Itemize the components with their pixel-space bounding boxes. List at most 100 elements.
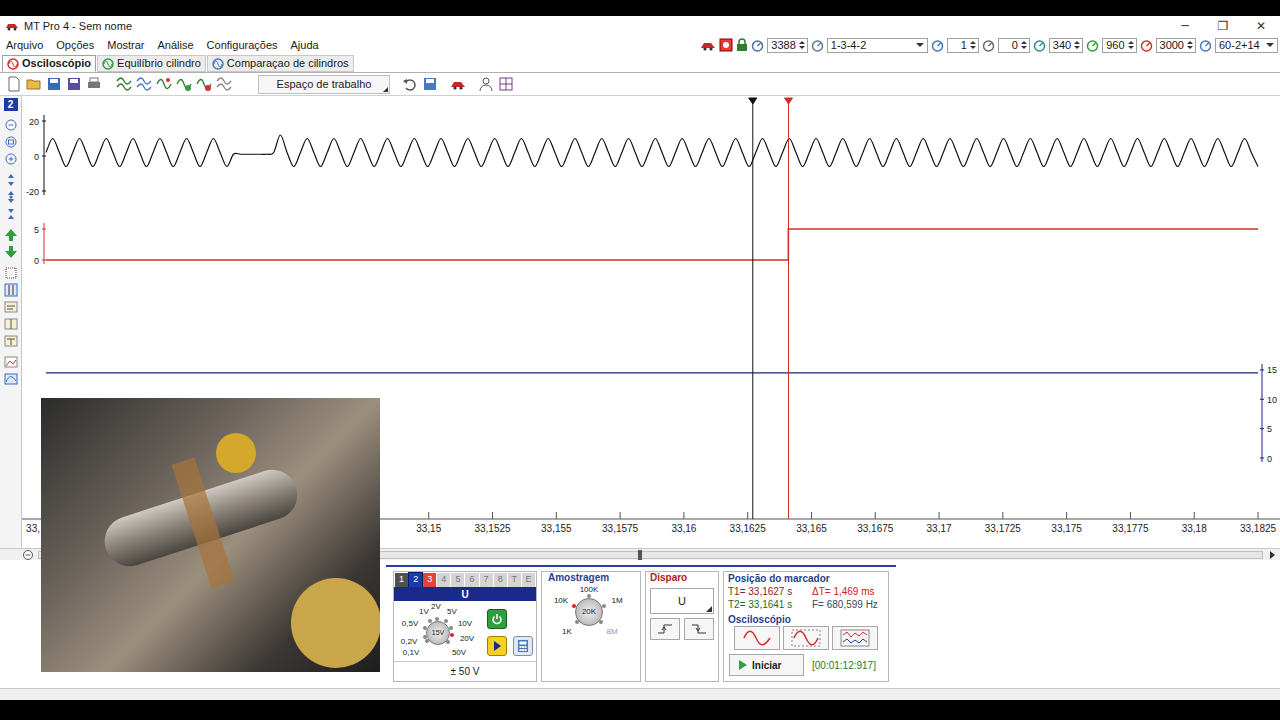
save-workspace-icon[interactable]	[422, 76, 438, 92]
grid-icon[interactable]	[498, 76, 514, 92]
waves-icon[interactable]	[116, 76, 132, 92]
range-label[interactable]: 0,1V	[403, 648, 419, 657]
spin-box[interactable]: 340	[1049, 38, 1083, 53]
record-icon[interactable]	[719, 38, 733, 52]
waves-icon[interactable]	[156, 76, 172, 92]
range-label[interactable]: 2V	[431, 602, 441, 611]
scroll-thumb[interactable]	[638, 550, 642, 560]
falling-edge-button[interactable]	[684, 618, 714, 640]
expand-vertical-icon[interactable]	[4, 173, 18, 187]
sampling-rate-label[interactable]: 100K	[580, 585, 599, 594]
up-arrow-icon[interactable]	[970, 41, 976, 44]
down-arrow-icon[interactable]	[1074, 46, 1080, 49]
zoom-out-icon[interactable]	[4, 118, 18, 132]
spin-arrows[interactable]	[799, 41, 807, 49]
car-icon[interactable]	[450, 76, 466, 92]
mode-single-button[interactable]	[734, 626, 780, 650]
power-button[interactable]	[487, 609, 507, 629]
range-label[interactable]: 0,5V	[402, 619, 418, 628]
zoom-fit-icon[interactable]	[4, 135, 18, 149]
spin-box[interactable]: 1	[947, 38, 979, 53]
down-arrow-icon[interactable]	[1021, 46, 1027, 49]
spin-arrows[interactable]	[1074, 41, 1082, 49]
up-arrow-icon[interactable]	[1021, 41, 1027, 44]
rising-edge-button[interactable]	[650, 618, 680, 640]
grid-icon[interactable]	[4, 266, 18, 280]
channel-tab[interactable]: 4	[437, 573, 450, 587]
open-folder-icon[interactable]	[26, 76, 42, 92]
save-as-icon[interactable]	[66, 76, 82, 92]
spin-arrows[interactable]	[970, 41, 978, 49]
window-control[interactable]: ❐	[1204, 16, 1242, 36]
mode-roll-button[interactable]	[783, 626, 829, 650]
shrink-vertical-icon[interactable]	[4, 207, 18, 221]
cursor-icon[interactable]	[4, 283, 18, 297]
spin-box[interactable]: 0	[998, 38, 1030, 53]
menu-item[interactable]: Análise	[158, 37, 194, 54]
down-arrow-icon[interactable]	[799, 46, 805, 49]
trigger-source[interactable]: U	[650, 588, 714, 614]
calculator-button[interactable]	[513, 636, 533, 656]
channel-tab[interactable]: 1	[395, 573, 408, 587]
range-label[interactable]: 1V	[419, 607, 429, 616]
down-arrow-icon[interactable]	[970, 46, 976, 49]
range-label[interactable]: 0,2V	[401, 637, 417, 646]
window-control[interactable]: ─	[1166, 16, 1204, 36]
range-label[interactable]: 20V	[460, 634, 474, 643]
channel-tab[interactable]: 7	[480, 573, 493, 587]
range-label[interactable]: 50V	[452, 648, 466, 657]
menu-item[interactable]: Configurações	[207, 37, 278, 54]
channel-tab[interactable]: 3	[423, 573, 436, 587]
zoom-out-icon[interactable]	[22, 549, 34, 561]
down-arrow-icon[interactable]	[1187, 46, 1193, 49]
sampling-rate-label[interactable]: 10K	[554, 596, 568, 605]
dropdown[interactable]: 60-2+14	[1215, 38, 1278, 53]
range-label[interactable]: 5V	[447, 607, 457, 616]
range-label[interactable]: 10V	[458, 619, 472, 628]
save-icon[interactable]	[46, 76, 62, 92]
menu-item[interactable]: Ajuda	[291, 37, 319, 54]
channel-tab[interactable]: E	[522, 573, 535, 587]
channel-badge[interactable]: 2	[4, 98, 18, 111]
start-button[interactable]: Iniciar	[729, 654, 804, 676]
window-control[interactable]: ✕	[1242, 16, 1280, 36]
move-up-icon[interactable]	[4, 228, 18, 242]
up-arrow-icon[interactable]	[1074, 41, 1080, 44]
run-button[interactable]	[487, 636, 507, 656]
tab[interactable]: Comparaçao de cilindros	[207, 55, 354, 72]
spin-box[interactable]: 3000	[1156, 38, 1196, 53]
new-file-icon[interactable]	[6, 76, 22, 92]
image-icon[interactable]	[4, 355, 18, 369]
down-arrow-icon[interactable]	[1128, 46, 1134, 49]
align-icon[interactable]	[4, 317, 18, 331]
waves-icon[interactable]	[196, 76, 212, 92]
tab[interactable]: Osciloscópio	[2, 55, 96, 72]
mode-multi-button[interactable]	[832, 626, 878, 650]
text-icon[interactable]	[4, 334, 18, 348]
menu-item[interactable]: Mostrar	[107, 37, 144, 54]
zoom-in-icon[interactable]	[4, 152, 18, 166]
channel-tab[interactable]: 2	[409, 573, 422, 587]
workspace-button[interactable]: Espaço de trabalho	[258, 75, 390, 94]
spin-box[interactable]: 3388	[767, 38, 807, 53]
spin-arrows[interactable]	[1128, 41, 1136, 49]
car-icon[interactable]	[700, 39, 716, 51]
sampling-rate-label[interactable]: 1M	[611, 596, 622, 605]
waves-icon[interactable]	[216, 76, 232, 92]
spin-box[interactable]: 960	[1102, 38, 1136, 53]
undo-icon[interactable]	[402, 76, 418, 92]
channel-input[interactable]: U	[394, 587, 536, 601]
label-icon[interactable]	[4, 300, 18, 314]
center-vertical-icon[interactable]	[4, 190, 18, 204]
up-arrow-icon[interactable]	[1187, 41, 1193, 44]
move-down-icon[interactable]	[4, 245, 18, 259]
channel-tab[interactable]: 8	[494, 573, 507, 587]
tab[interactable]: Equilíbrio cilindro	[97, 55, 206, 72]
cursor[interactable]	[749, 98, 757, 519]
print-icon[interactable]	[86, 76, 102, 92]
up-arrow-icon[interactable]	[1128, 41, 1134, 44]
waves-icon[interactable]	[136, 76, 152, 92]
waves-icon[interactable]	[176, 76, 192, 92]
spin-arrows[interactable]	[1021, 41, 1029, 49]
menu-item[interactable]: Arquivo	[6, 37, 43, 54]
